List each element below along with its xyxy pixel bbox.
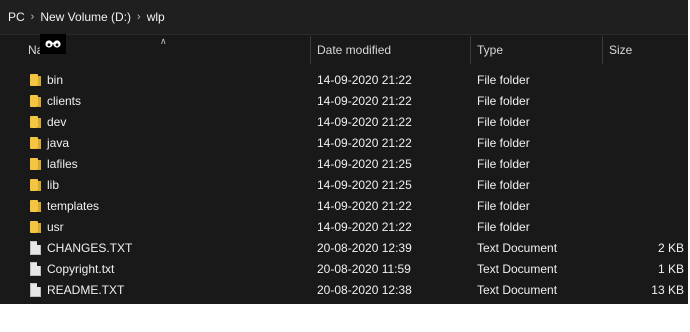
file-explorer-window: PC › New Volume (D:) › wlp Name ∧ Date m…	[0, 0, 688, 304]
column-header-date-label: Date modified	[317, 43, 392, 57]
file-list: bin 14-09-2020 21:22 File folder clients…	[0, 70, 688, 301]
column-header-row: Name ∧ Date modified Type Size	[0, 34, 688, 66]
list-item-file[interactable]: README.TXT 20-08-2020 12:38 Text Documen…	[0, 280, 688, 301]
column-header-date-modified[interactable]: Date modified	[317, 34, 391, 66]
breadcrumb-item-pc[interactable]: PC	[0, 10, 25, 24]
file-type: File folder	[477, 115, 530, 129]
document-icon	[30, 241, 42, 255]
column-header-type[interactable]: Type	[477, 34, 503, 66]
file-size	[609, 91, 684, 112]
file-name: CHANGES.TXT	[47, 241, 133, 255]
file-date: 14-09-2020 21:25	[317, 178, 412, 192]
file-size	[609, 217, 684, 238]
file-name: README.TXT	[47, 283, 125, 297]
file-type: File folder	[477, 199, 530, 213]
document-icon	[30, 262, 42, 276]
list-item-folder[interactable]: lafiles 14-09-2020 21:25 File folder	[0, 154, 688, 175]
file-type: File folder	[477, 157, 530, 171]
file-size	[609, 112, 684, 133]
file-date: 14-09-2020 21:22	[317, 94, 412, 108]
page-background	[0, 304, 690, 332]
file-date: 14-09-2020 21:22	[317, 220, 412, 234]
breadcrumb: PC › New Volume (D:) › wlp	[0, 0, 688, 35]
file-type: File folder	[477, 94, 530, 108]
folder-icon	[30, 199, 42, 213]
folder-icon	[30, 115, 42, 129]
folder-icon	[30, 220, 42, 234]
file-size: 2 KB	[657, 241, 684, 255]
list-item-folder[interactable]: dev 14-09-2020 21:22 File folder	[0, 112, 688, 133]
file-date: 20-08-2020 12:38	[317, 283, 412, 297]
file-name: lafiles	[47, 157, 78, 171]
file-size	[609, 196, 684, 217]
list-item-folder[interactable]: bin 14-09-2020 21:22 File folder	[0, 70, 688, 91]
file-size: 13 KB	[651, 283, 684, 297]
list-item-folder[interactable]: templates 14-09-2020 21:22 File folder	[0, 196, 688, 217]
list-item-folder[interactable]: lib 14-09-2020 21:25 File folder	[0, 175, 688, 196]
file-size	[609, 133, 684, 154]
file-size: 1 KB	[657, 262, 684, 276]
file-type: Text Document	[477, 283, 558, 297]
column-divider[interactable]	[602, 36, 603, 64]
file-size	[609, 175, 684, 196]
breadcrumb-item-drive[interactable]: New Volume (D:)	[34, 10, 131, 24]
file-name: dev	[47, 115, 67, 129]
list-item-file[interactable]: CHANGES.TXT 20-08-2020 12:39 Text Docume…	[0, 238, 688, 259]
file-type: File folder	[477, 136, 530, 150]
column-header-size-label: Size	[609, 43, 633, 57]
breadcrumb-item-folder[interactable]: wlp	[141, 10, 165, 24]
sort-ascending-icon: ∧	[160, 36, 167, 46]
file-size	[609, 70, 684, 91]
file-name: Copyright.txt	[47, 262, 115, 276]
file-type: File folder	[477, 178, 530, 192]
file-size	[609, 154, 684, 175]
column-header-type-label: Type	[477, 43, 504, 57]
folder-icon	[30, 136, 42, 150]
file-date: 14-09-2020 21:22	[317, 73, 412, 87]
column-header-size[interactable]: Size	[609, 34, 632, 66]
file-name: clients	[47, 94, 82, 108]
file-name: bin	[47, 73, 64, 87]
glasses-icon	[40, 34, 66, 54]
folder-icon	[30, 178, 42, 192]
file-name: lib	[47, 178, 60, 192]
folder-icon	[30, 94, 42, 108]
chevron-right-icon: ›	[137, 11, 141, 23]
column-divider[interactable]	[310, 36, 311, 64]
file-date: 14-09-2020 21:22	[317, 199, 412, 213]
file-type: File folder	[477, 73, 530, 87]
chevron-right-icon: ›	[30, 11, 35, 23]
file-date: 14-09-2020 21:25	[317, 157, 412, 171]
file-name: usr	[47, 220, 64, 234]
file-name: templates	[47, 199, 100, 213]
list-item-folder[interactable]: clients 14-09-2020 21:22 File folder	[0, 91, 688, 112]
document-icon	[30, 283, 42, 297]
column-divider[interactable]	[470, 36, 471, 64]
file-type: Text Document	[477, 262, 558, 276]
list-item-file[interactable]: Copyright.txt 20-08-2020 11:59 Text Docu…	[0, 259, 688, 280]
file-date: 20-08-2020 11:59	[317, 262, 411, 276]
file-date: 14-09-2020 21:22	[317, 115, 412, 129]
file-type: File folder	[477, 220, 530, 234]
list-item-folder[interactable]: usr 14-09-2020 21:22 File folder	[0, 217, 688, 238]
file-date: 20-08-2020 12:39	[317, 241, 412, 255]
file-name: java	[47, 136, 70, 150]
file-type: Text Document	[477, 241, 558, 255]
folder-icon	[30, 73, 42, 87]
list-item-folder[interactable]: java 14-09-2020 21:22 File folder	[0, 133, 688, 154]
folder-icon	[30, 157, 42, 171]
file-date: 14-09-2020 21:22	[317, 136, 412, 150]
